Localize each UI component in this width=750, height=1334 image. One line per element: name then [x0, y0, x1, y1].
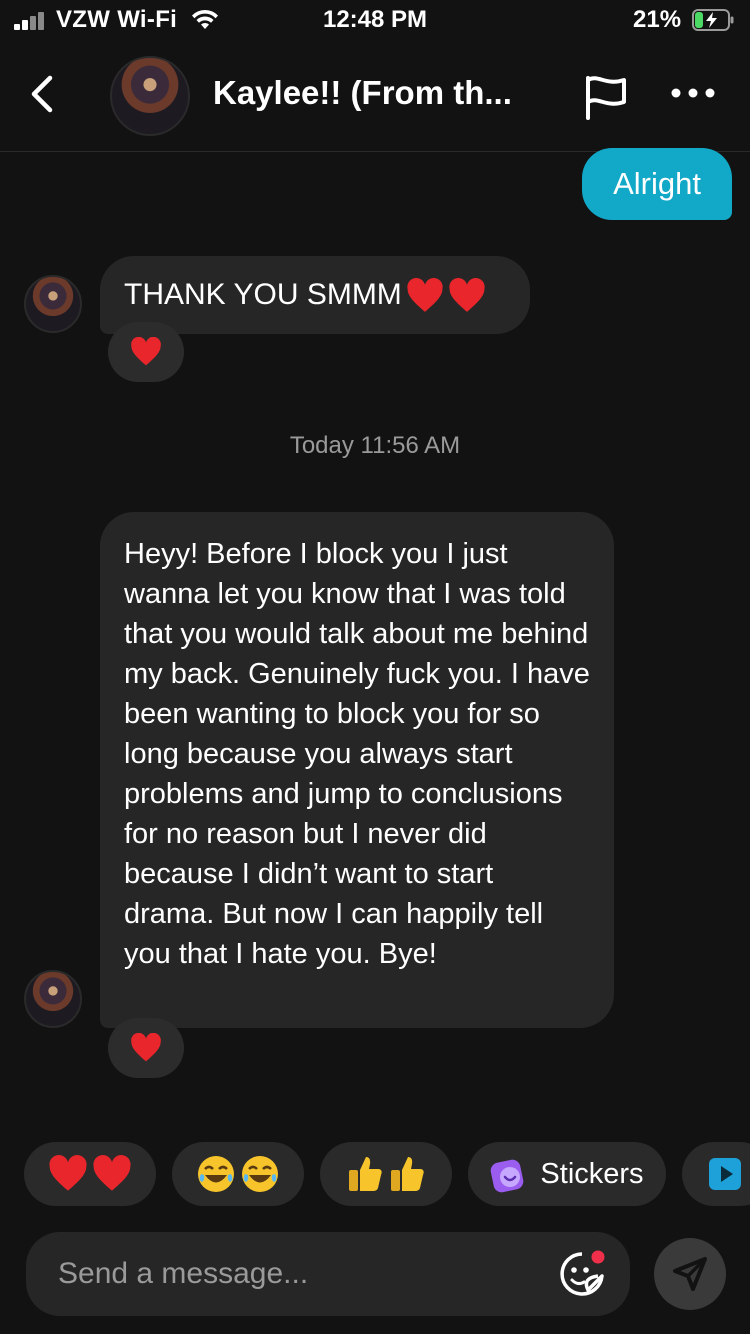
chat-screen: VZW Wi-Fi 12:48 PM 21% Kaylee!! (From th… — [0, 0, 750, 1334]
stickers-button[interactable]: Stickers — [468, 1142, 666, 1206]
heart-icon — [407, 278, 443, 312]
message-incoming[interactable]: Heyy! Before I block you I just wanna le… — [100, 512, 614, 1028]
thumbs-up-icon — [391, 1157, 424, 1191]
message-reaction[interactable] — [108, 322, 184, 382]
message-composer — [26, 1232, 630, 1316]
more-icon[interactable] — [670, 86, 716, 100]
laughing-emoji-icon — [198, 1156, 234, 1192]
heart-icon — [131, 1033, 161, 1062]
back-chevron-icon[interactable] — [24, 72, 64, 116]
laughing-emoji-icon — [242, 1156, 278, 1192]
message-reaction[interactable] — [108, 1018, 184, 1078]
message-incoming[interactable]: THANK YOU SMMM — [100, 256, 530, 334]
play-icon — [709, 1158, 741, 1190]
thumbs-up-icon — [349, 1157, 382, 1191]
heart-icon — [93, 1155, 131, 1191]
contact-avatar[interactable] — [110, 56, 190, 136]
quick-reaction-hearts[interactable] — [24, 1142, 156, 1206]
heart-icon — [449, 278, 485, 312]
battery-percent: 21% — [633, 6, 682, 33]
quick-reaction-thumbs-up[interactable] — [320, 1142, 452, 1206]
contact-name[interactable]: Kaylee!! (From th... — [213, 74, 512, 112]
sender-avatar[interactable] — [24, 970, 82, 1028]
message-timestamp: Today 11:56 AM — [289, 432, 461, 459]
heart-icon — [131, 337, 161, 366]
status-bar: VZW Wi-Fi 12:48 PM 21% — [0, 0, 750, 40]
stickers-label: Stickers — [540, 1157, 644, 1190]
message-text: THANK YOU SMMM — [124, 278, 402, 311]
quick-reaction-video[interactable] — [682, 1142, 750, 1206]
message-outgoing[interactable]: Alright — [582, 148, 732, 220]
chat-header: Kaylee!! (From th... — [0, 40, 750, 152]
send-button[interactable] — [654, 1238, 726, 1310]
flag-icon[interactable] — [580, 74, 630, 120]
quick-reaction-laughing[interactable] — [172, 1142, 304, 1206]
sticker-icon — [491, 1159, 524, 1193]
message-input[interactable] — [58, 1252, 538, 1296]
send-icon — [673, 1257, 707, 1291]
heart-icon — [49, 1155, 87, 1191]
battery-charging-icon — [692, 9, 734, 31]
sender-avatar[interactable] — [24, 275, 82, 333]
emoji-face-icon[interactable] — [554, 1246, 610, 1302]
